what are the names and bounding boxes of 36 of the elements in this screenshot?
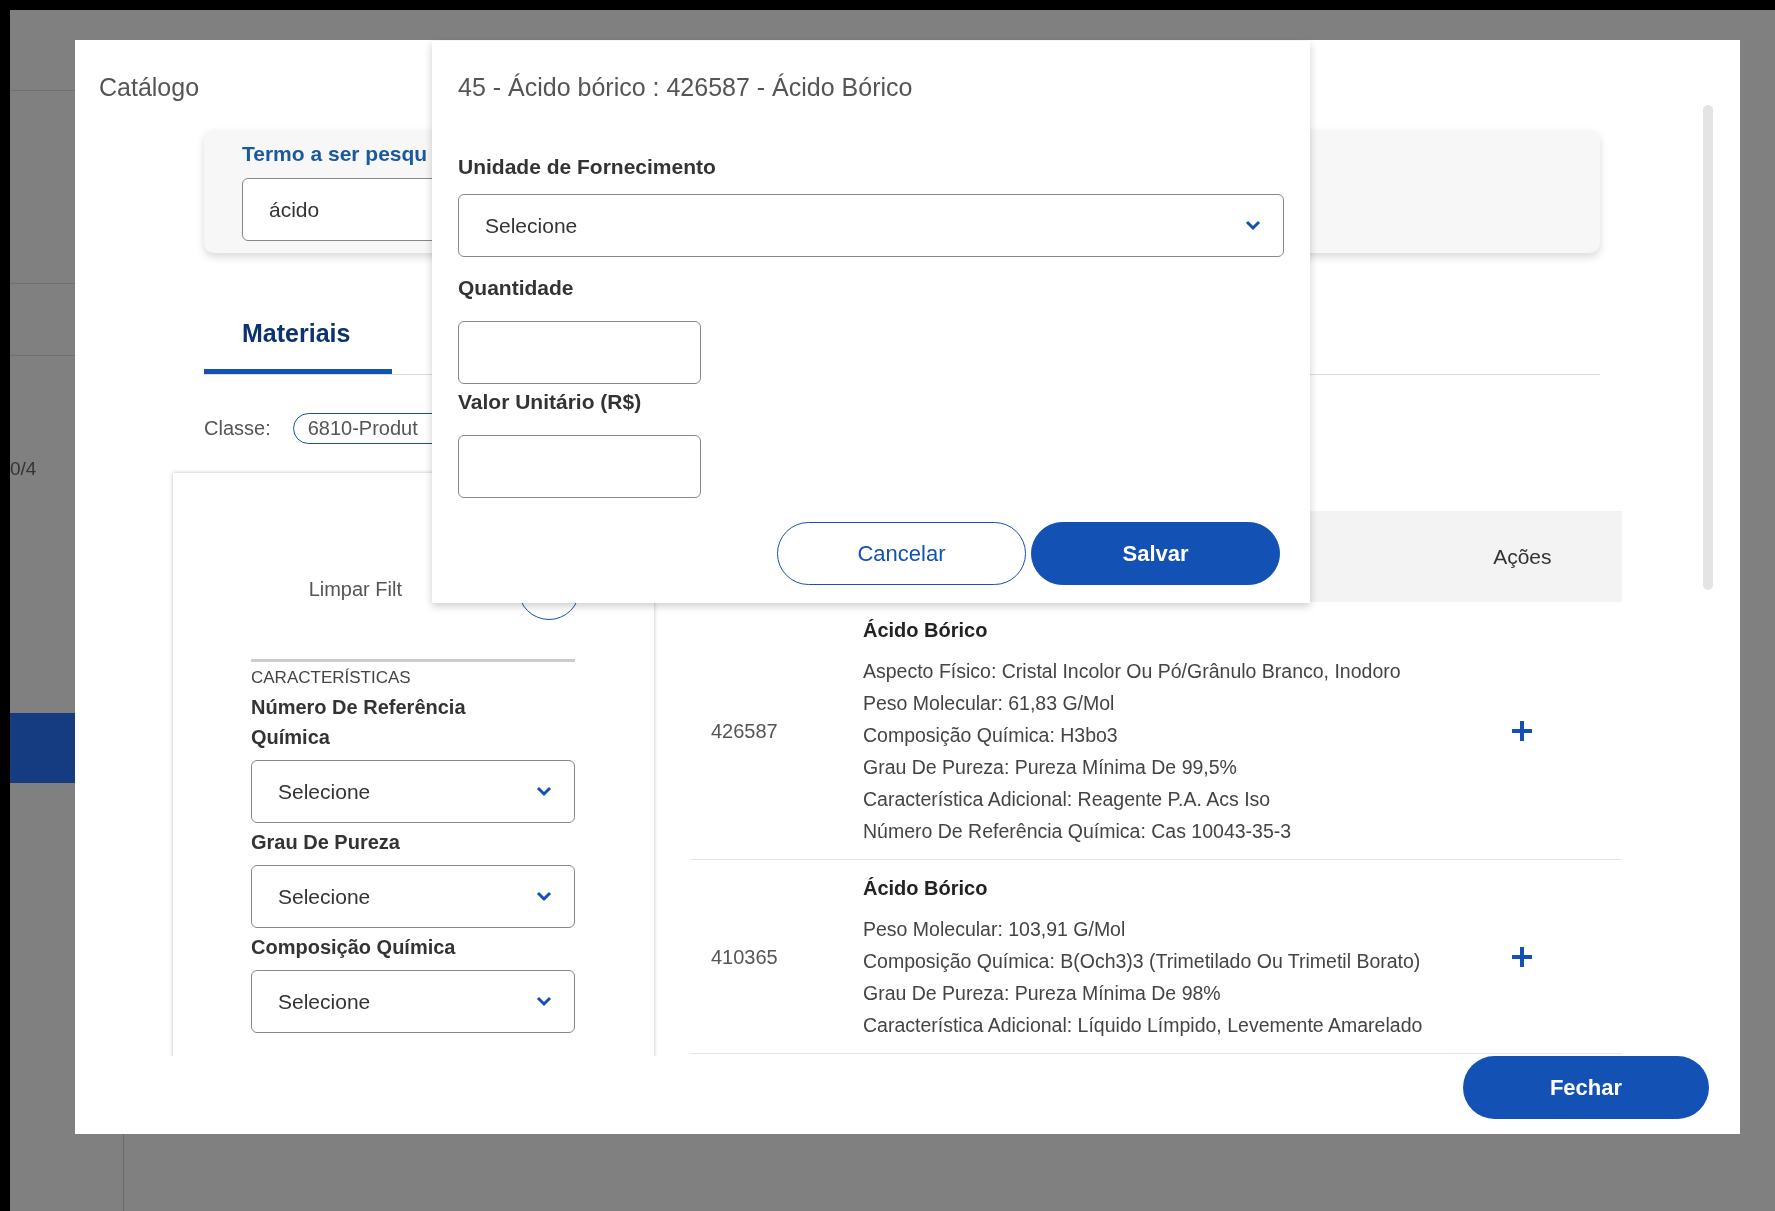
material-detail: Grau De Pureza: Pureza Mínima De 99,5% — [863, 755, 1238, 780]
modal-title: Catálogo — [99, 72, 200, 103]
filter-select[interactable]: Selecione — [251, 865, 575, 928]
material-detail: Peso Molecular: 61,83 G/Mol — [863, 691, 1116, 716]
clear-filters-label[interactable]: Limpar Filt — [308, 577, 402, 601]
filter-select[interactable]: Selecione — [251, 970, 575, 1033]
page-counter: 0/4 — [10, 458, 37, 480]
close-button[interactable]: Fechar — [1463, 1056, 1709, 1119]
filter-label: Composição Química — [251, 935, 457, 960]
material-code: 410365 — [710, 945, 779, 969]
material-detail: Composição Química: H3bo3 — [863, 723, 1119, 748]
tab[interactable]: Materiais — [204, 298, 392, 374]
material-title: Ácido Bórico — [863, 876, 989, 901]
column-header: Ações — [1492, 544, 1553, 569]
material-detail: Composição Química: B(Och3)3 (Trimetilado Ou Trimetil Borato) — [863, 949, 1422, 974]
filter-select[interactable]: Selecione — [251, 760, 575, 823]
supply-unit-select[interactable]: Selecione — [458, 194, 1284, 257]
material-title: Ácido Bórico — [863, 618, 989, 643]
material-detail: Característica Adicional: Líquido Límpido, Levemente Amarelado — [863, 1013, 1423, 1038]
material-detail: Aspecto Físico: Cristal Incolor Ou Pó/Grânulo Branco, Inodoro — [863, 659, 1402, 684]
field-label: Quantidade — [458, 275, 575, 301]
field-label: Unidade de Fornecimento — [458, 154, 717, 180]
filter-label: Grau De Pureza — [251, 830, 401, 855]
field-label: Valor Unitário (R$) — [458, 389, 643, 415]
material-detail: Número De Referência Química: Cas 10043-35-3 — [863, 819, 1293, 844]
search-label: Termo a ser pesqu — [242, 142, 428, 167]
save-button[interactable]: Salvar — [1031, 522, 1280, 585]
filter-label: Número De Referência Química — [251, 695, 467, 750]
dialog-title: 45 - Ácido bórico : 426587 - Ácido Bórico — [458, 72, 914, 103]
cancel-button[interactable]: Cancelar — [777, 522, 1026, 585]
class-label: Classe: — [204, 416, 271, 440]
material-detail: Peso Molecular: 103,91 G/Mol — [863, 917, 1127, 942]
material-detail: Grau De Pureza: Pureza Mínima De 98% — [863, 981, 1222, 1006]
material-code: 426587 — [710, 719, 779, 743]
section-title: CARACTERÍSTICAS — [251, 668, 412, 688]
material-detail: Característica Adicional: Reagente P.A. Acs Iso — [863, 787, 1272, 812]
